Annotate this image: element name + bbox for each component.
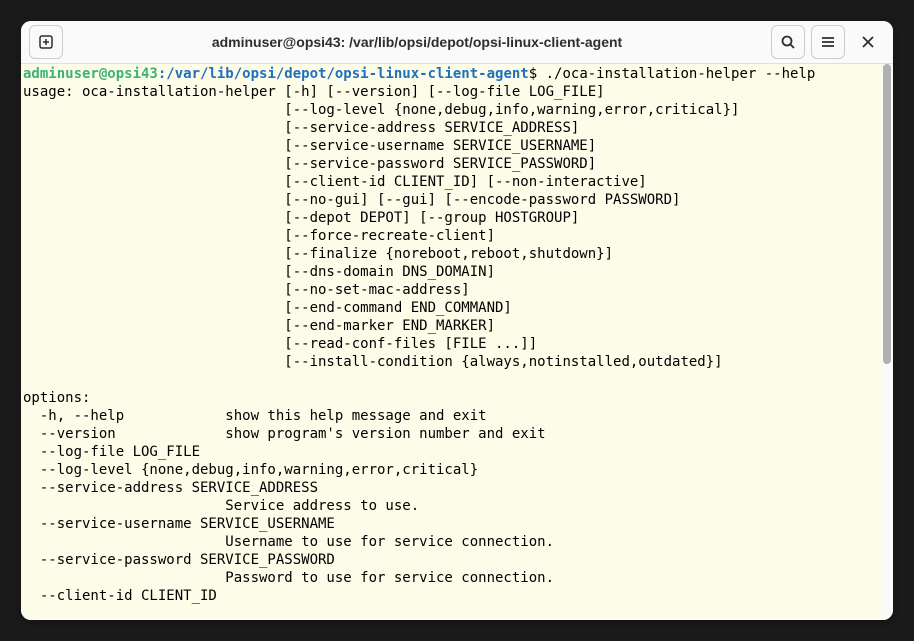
titlebar-right-controls	[771, 25, 885, 59]
plus-square-icon	[38, 34, 54, 50]
output-line: Service address to use.	[23, 498, 419, 514]
scrollbar[interactable]	[881, 64, 893, 620]
output-line: options:	[23, 390, 90, 406]
output-line: [--dns-domain DNS_DOMAIN]	[23, 264, 495, 280]
output-line: [--install-condition {always,notinstalle…	[23, 354, 723, 370]
prompt-dollar: $	[529, 66, 537, 82]
close-button[interactable]	[851, 25, 885, 59]
menu-button[interactable]	[811, 25, 845, 59]
new-tab-button[interactable]	[29, 25, 63, 59]
output-line: [--client-id CLIENT_ID] [--non-interacti…	[23, 174, 647, 190]
scrollbar-thumb[interactable]	[883, 64, 891, 364]
output-line: Username to use for service connection.	[23, 534, 554, 550]
prompt-user-host: adminuser@opsi43	[23, 66, 158, 82]
output-line: [--read-conf-files [FILE ...]]	[23, 336, 537, 352]
output-line: --service-username SERVICE_USERNAME	[23, 516, 335, 532]
output-line: [--no-set-mac-address]	[23, 282, 470, 298]
output-line: [--force-recreate-client]	[23, 228, 495, 244]
output-line: [--no-gui] [--gui] [--encode-password PA…	[23, 192, 680, 208]
output-line: --client-id CLIENT_ID	[23, 588, 217, 604]
terminal-content[interactable]: adminuser@opsi43:/var/lib/opsi/depot/ops…	[21, 64, 881, 620]
command-text: ./oca-installation-helper --help	[537, 66, 815, 82]
titlebar-left-controls	[29, 25, 63, 59]
output-line: -h, --help show this help message and ex…	[23, 408, 487, 424]
titlebar: adminuser@opsi43: /var/lib/opsi/depot/op…	[21, 21, 893, 64]
close-icon	[861, 35, 875, 49]
terminal-area: adminuser@opsi43:/var/lib/opsi/depot/ops…	[21, 64, 893, 620]
output-line: [--finalize {noreboot,reboot,shutdown}]	[23, 246, 613, 262]
search-icon	[780, 34, 796, 50]
output-line: [--depot DEPOT] [--group HOSTGROUP]	[23, 210, 579, 226]
prompt-path: /var/lib/opsi/depot/opsi-linux-client-ag…	[166, 66, 528, 82]
output-line: [--log-level {none,debug,info,warning,er…	[23, 102, 739, 118]
output-line: --log-file LOG_FILE	[23, 444, 200, 460]
output-line: Password to use for service connection.	[23, 570, 554, 586]
search-button[interactable]	[771, 25, 805, 59]
terminal-window: adminuser@opsi43: /var/lib/opsi/depot/op…	[21, 21, 893, 620]
output-line: usage: oca-installation-helper [-h] [--v…	[23, 84, 605, 100]
hamburger-icon	[820, 34, 836, 50]
window-title: adminuser@opsi43: /var/lib/opsi/depot/op…	[63, 34, 771, 50]
output-line: --service-address SERVICE_ADDRESS	[23, 480, 318, 496]
output-line: [--end-marker END_MARKER]	[23, 318, 495, 334]
output-line: [--end-command END_COMMAND]	[23, 300, 512, 316]
output-line: --service-password SERVICE_PASSWORD	[23, 552, 335, 568]
output-line: --version show program's version number …	[23, 426, 546, 442]
output-line: [--service-username SERVICE_USERNAME]	[23, 138, 596, 154]
output-line: [--service-password SERVICE_PASSWORD]	[23, 156, 596, 172]
output-line: --log-level {none,debug,info,warning,err…	[23, 462, 478, 478]
output-line: [--service-address SERVICE_ADDRESS]	[23, 120, 579, 136]
